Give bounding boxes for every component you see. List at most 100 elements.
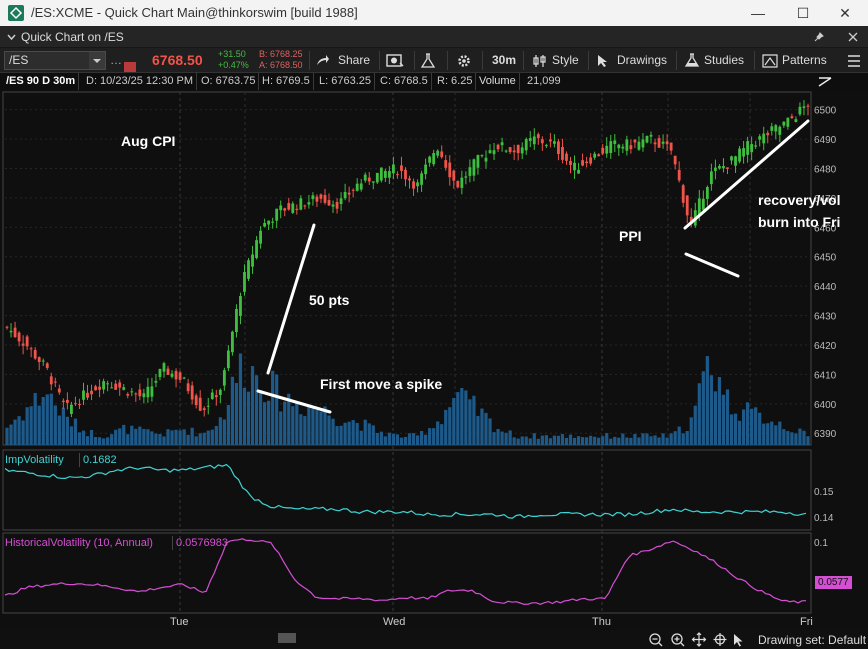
volume-bar (395, 434, 400, 445)
volume-bar (806, 436, 810, 445)
screenshot-icon[interactable] (386, 53, 404, 69)
candle-body (436, 150, 440, 156)
candle-body (231, 331, 234, 353)
candle-body (806, 105, 810, 107)
candle-body (464, 176, 468, 178)
window-titlebar: /ES:XCME - Quick Chart Main@thinkorswim … (0, 0, 868, 26)
bar-open: O: 6763.75 (198, 73, 260, 90)
volume-bar (641, 433, 645, 445)
candle-body (74, 403, 77, 405)
share-icon (317, 55, 329, 65)
candle-body (299, 198, 303, 210)
aggregation-selector[interactable]: 30m (492, 48, 516, 73)
volume-bar (633, 434, 637, 445)
volume-bar (238, 353, 243, 445)
maximize-button[interactable]: ☐ (780, 0, 826, 26)
volume-bar (701, 371, 705, 445)
more-menu[interactable]: … (110, 48, 122, 73)
volume-bar (669, 433, 673, 445)
candle-body (532, 136, 536, 145)
candle-body (504, 150, 508, 152)
candle-body (190, 385, 194, 400)
volume-bar (53, 405, 57, 445)
close-icon[interactable] (848, 32, 858, 42)
candle-body (408, 178, 411, 181)
volume-bar (754, 407, 758, 445)
volume-bar (138, 426, 142, 445)
volume-bar (585, 437, 589, 445)
price-axis-label: 6410 (814, 370, 837, 381)
price-axis-label: 6390 (814, 429, 837, 440)
bid-price: B: 6768.25 (259, 49, 303, 59)
volume-bar (379, 431, 383, 445)
candle-body (722, 166, 725, 169)
scroll-thumb[interactable] (278, 633, 296, 643)
minimize-button[interactable]: — (735, 0, 781, 26)
volume-bar (234, 383, 239, 445)
candle-body (37, 357, 41, 362)
zoom-controls (649, 632, 743, 647)
volume-bar (621, 433, 625, 445)
volume-bar (468, 399, 472, 445)
symbol-selector[interactable]: /ES (4, 51, 106, 70)
volume-bar (637, 437, 641, 445)
style-icon (533, 55, 546, 67)
flask-icon[interactable] (420, 53, 436, 69)
hv-axis-label: 0.1 (814, 538, 828, 549)
volume-bar (794, 433, 798, 445)
volume-bar (387, 432, 391, 445)
candle-body (770, 126, 774, 131)
volume-bar (733, 413, 738, 445)
candle-body (154, 380, 158, 383)
candle-body (400, 165, 403, 171)
pointer-icon[interactable] (734, 634, 743, 647)
crosshair-icon[interactable] (713, 633, 727, 646)
volume-bar (355, 422, 359, 445)
candle-body (762, 133, 766, 144)
close-window-button[interactable]: ✕ (822, 0, 868, 26)
volume-bar (246, 391, 251, 445)
volume-bar (97, 437, 102, 445)
candle-body (404, 169, 407, 180)
volume-bar (802, 430, 806, 445)
chevron-down-icon[interactable] (7, 33, 16, 41)
menu-icon[interactable] (847, 53, 861, 69)
volume-bar (415, 435, 420, 445)
zoom-in-icon[interactable] (671, 633, 685, 647)
symbol-dropdown[interactable] (89, 52, 105, 69)
candle-body (432, 153, 436, 165)
volume-bar (472, 395, 476, 445)
volume-bar (500, 431, 504, 445)
candle-body (295, 208, 299, 210)
candle-body (158, 369, 162, 377)
volume-bar (250, 366, 255, 445)
pan-icon[interactable] (691, 632, 707, 647)
volume-bar (335, 426, 339, 445)
candle-body (29, 348, 33, 350)
volume-bar (85, 436, 90, 445)
volume-bar (162, 436, 166, 445)
volume-bar (717, 377, 722, 445)
candle-body (126, 393, 130, 396)
candle-body (714, 167, 717, 171)
pin-icon[interactable] (814, 32, 824, 42)
drawing-set-label[interactable]: Drawing set: Default (758, 633, 866, 647)
candle-body (544, 145, 548, 147)
candle-body (118, 382, 122, 388)
candle-body (782, 121, 786, 126)
volume-bar (230, 376, 235, 445)
zoom-out-icon[interactable] (649, 633, 663, 647)
settings-gear-icon[interactable] (456, 53, 472, 69)
volume-bar (391, 433, 396, 445)
volume-bar (407, 433, 412, 445)
candle-body (311, 195, 315, 200)
link-icon[interactable] (124, 56, 136, 72)
candle-body (472, 159, 476, 176)
candle-body (593, 153, 597, 158)
volume-bar (134, 428, 138, 445)
candle-body (218, 389, 222, 396)
expand-icon[interactable] (817, 76, 833, 88)
candle-body (114, 383, 118, 390)
candle-body (536, 134, 540, 139)
bar-range: R: 6.25 (434, 73, 477, 90)
